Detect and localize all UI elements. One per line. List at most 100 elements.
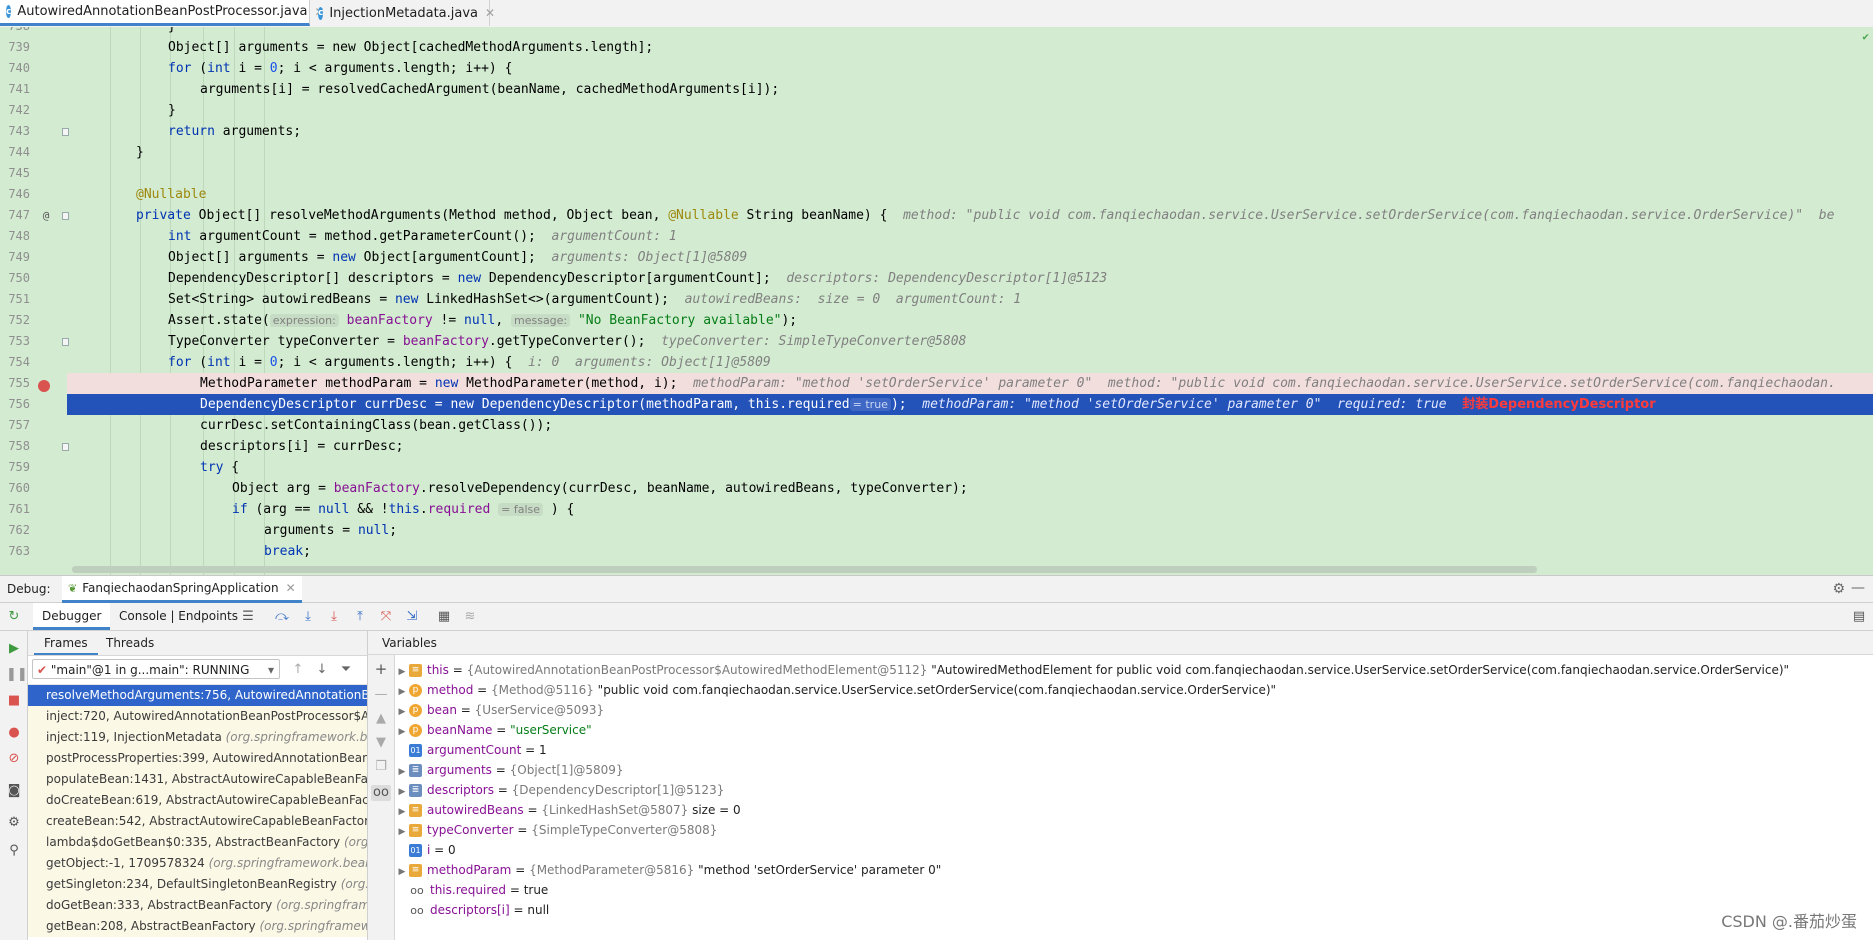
menu-icon[interactable]: ☰: [240, 609, 256, 625]
stop-icon[interactable]: ■: [6, 693, 22, 709]
line-number: 741: [8, 82, 30, 96]
trace-icon[interactable]: ≋: [462, 609, 478, 625]
editor-gutter[interactable]: 738 739 740 741 742 743 744 745 746 747 …: [0, 27, 69, 575]
step-into-icon[interactable]: ⤓: [300, 609, 316, 625]
frames-list: resolveMethodArguments:756, AutowiredAnn…: [28, 685, 367, 937]
close-icon[interactable]: ✕: [485, 6, 495, 20]
resume-icon[interactable]: ▶: [6, 641, 22, 657]
field-icon: ≡: [409, 864, 422, 877]
watches-toggle-icon[interactable]: oo: [371, 785, 391, 801]
frame-item[interactable]: inject:720, AutowiredAnnotationBeanPostP…: [28, 706, 367, 727]
remove-watch-icon[interactable]: —: [373, 687, 389, 703]
variable-row[interactable]: ▶ ≡ typeConverter = {SimpleTypeConverter@5…: [395, 820, 717, 840]
line-number: 747: [8, 208, 30, 222]
line-number: 742: [8, 103, 30, 117]
debug-session-tab[interactable]: ❦ FanqiechaodanSpringApplication ✕: [62, 576, 302, 603]
code-line: currDesc.setContainingClass(bean.getClas…: [200, 418, 553, 433]
frame-item[interactable]: lambda$doGetBean$0:335, AbstractBeanFact…: [28, 832, 367, 853]
frame-item[interactable]: inject:119, InjectionMetadata (org.sprin…: [28, 727, 367, 748]
primitive-icon: 01: [409, 744, 422, 757]
run-to-cursor-icon[interactable]: ⇲: [404, 609, 420, 625]
frame-item[interactable]: getObject:-1, 1709578324 (org.springfram…: [28, 853, 367, 874]
variable-row[interactable]: ▶ p beanName = "userService": [395, 720, 592, 740]
code-line: Object arg = beanFactory.resolveDependen…: [232, 481, 968, 496]
layout-icon[interactable]: ▤: [1851, 609, 1867, 625]
frame-item[interactable]: populateBean:1431, AbstractAutowireCapab…: [28, 769, 367, 790]
frame-item[interactable]: postProcessProperties:399, AutowiredAnno…: [28, 748, 367, 769]
minimize-icon[interactable]: —: [1851, 580, 1865, 596]
code-line: }: [67, 27, 1873, 37]
variable-row[interactable]: ▶ ≡ autowiredBeans = {LinkedHashSet@5807} …: [395, 800, 741, 820]
tab-frames[interactable]: Frames: [34, 631, 98, 655]
current-execution-line: DependencyDescriptor currDesc = new Depe…: [67, 394, 1873, 415]
tab-console-endpoints[interactable]: Console | Endpoints: [110, 603, 247, 630]
close-icon[interactable]: ✕: [286, 581, 296, 595]
breakpoint-icon[interactable]: [38, 380, 50, 392]
class-icon: c: [6, 5, 12, 18]
variables-label: Variables: [382, 636, 437, 650]
variable-row[interactable]: 01 i = 0: [395, 840, 456, 860]
code-line: for (int i = 0; i < arguments.length; i+…: [168, 61, 513, 76]
filter-icon[interactable]: ⏷: [338, 662, 354, 678]
pin-icon[interactable]: ⚲: [6, 843, 22, 859]
code-line: Object[] arguments = new Object[argument…: [168, 250, 748, 265]
variable-row[interactable]: ▶ p method = {Method@5116} "public void co…: [395, 680, 1276, 700]
thread-selector[interactable]: ✔ "main"@1 in g...main": RUNNING ▾: [32, 659, 280, 679]
line-number: 748: [8, 229, 30, 243]
variable-row[interactable]: 01 argumentCount = 1: [395, 740, 547, 760]
down-arrow-icon[interactable]: ↓: [314, 662, 330, 678]
watch-row[interactable]: oo descriptors[i] = null: [395, 900, 549, 920]
view-breakpoints-icon[interactable]: ●: [6, 725, 22, 741]
code-editor[interactable]: 738 739 740 741 742 743 744 745 746 747 …: [0, 27, 1873, 575]
code-line: private Object[] resolveMethodArguments(…: [136, 208, 1835, 223]
evaluate-expression-icon[interactable]: ▦: [436, 609, 452, 625]
step-over-icon[interactable]: ⤼: [274, 609, 290, 625]
watch-icon: oo: [410, 884, 424, 897]
up-arrow-icon[interactable]: ↑: [290, 662, 306, 678]
camera-icon[interactable]: ◙: [6, 783, 22, 799]
mute-breakpoints-icon[interactable]: ⊘: [6, 751, 22, 767]
override-marker-icon[interactable]: @: [40, 205, 52, 226]
pause-icon[interactable]: ❚❚: [6, 667, 28, 683]
parameter-icon: p: [409, 724, 422, 737]
move-up-icon[interactable]: ▲: [373, 711, 389, 727]
frame-item[interactable]: doCreateBean:619, AbstractAutowireCapabl…: [28, 790, 367, 811]
move-down-icon[interactable]: ▼: [373, 735, 389, 751]
horizontal-scrollbar[interactable]: [72, 566, 1537, 573]
gear-icon[interactable]: ⚙: [1832, 581, 1845, 597]
tab-label: InjectionMetadata.java: [329, 5, 479, 21]
frame-item[interactable]: getSingleton:234, DefaultSingletonBeanRe…: [28, 874, 367, 895]
line-number: 743: [8, 124, 30, 138]
class-icon: c: [318, 6, 324, 20]
drop-frame-icon[interactable]: ⤧: [378, 609, 394, 625]
field-icon: ≡: [409, 664, 422, 677]
frame-item[interactable]: resolveMethodArguments:756, AutowiredAnn…: [28, 685, 367, 706]
line-number: 749: [8, 250, 30, 264]
tab-threads[interactable]: Threads: [96, 631, 164, 655]
frame-item[interactable]: doGetBean:333, AbstractBeanFactory (org.…: [28, 895, 367, 916]
code-line: }: [136, 145, 144, 160]
line-number: 762: [8, 523, 30, 537]
force-step-into-icon[interactable]: ⤓: [326, 609, 342, 625]
frame-item[interactable]: createBean:542, AbstractAutowireCapableB…: [28, 811, 367, 832]
frame-item[interactable]: getBean:208, AbstractBeanFactory (org.sp…: [28, 916, 367, 937]
watch-row[interactable]: oo this.required = true: [395, 880, 548, 900]
settings-icon[interactable]: ⚙: [6, 815, 22, 831]
tab-autowired-annotation-bean-post-processor[interactable]: c AutowiredAnnotationBeanPostProcessor.j…: [0, 0, 325, 26]
variable-row[interactable]: ▶ p bean = {UserService@5093}: [395, 700, 604, 720]
code-line: @Nullable: [136, 187, 207, 202]
copy-icon[interactable]: ❐: [373, 759, 389, 775]
rerun-icon[interactable]: ↻: [6, 609, 22, 625]
inspection-ok-icon[interactable]: ✔: [1862, 30, 1869, 43]
parameter-icon: p: [409, 704, 422, 717]
code-line: TypeConverter typeConverter = beanFactor…: [168, 334, 967, 349]
add-watch-icon[interactable]: +: [373, 661, 389, 677]
variable-row[interactable]: ▶ ≣ arguments = {Object[1]@5809}: [395, 760, 624, 780]
variable-row[interactable]: ▶ ≣ descriptors = {DependencyDescriptor[1]…: [395, 780, 724, 800]
tab-injection-metadata[interactable]: c InjectionMetadata.java ✕: [312, 0, 495, 26]
step-out-icon[interactable]: ⤒: [352, 609, 368, 625]
debug-label: Debug:: [7, 582, 51, 596]
variable-row[interactable]: ▶ ≡ this = {AutowiredAnnotationBeanPostPro…: [395, 660, 1789, 680]
tab-debugger[interactable]: Debugger: [33, 603, 111, 630]
variable-row[interactable]: ▶ ≡ methodParam = {MethodParameter@5816} "…: [395, 860, 941, 880]
